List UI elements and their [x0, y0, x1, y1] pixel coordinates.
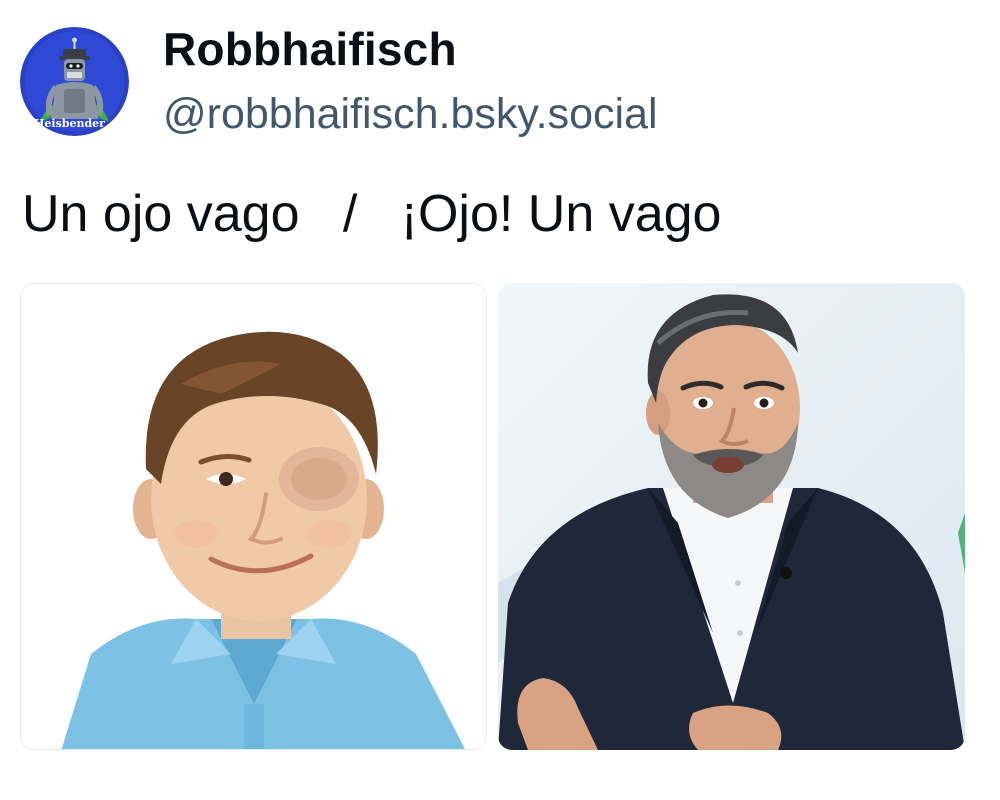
author-display-name[interactable]: Robbhaifisch	[163, 22, 457, 76]
post-card: Heisbender Robbhaifisch @robbhaifisch.bs…	[0, 0, 1000, 800]
post-image-2[interactable]	[498, 283, 965, 750]
bearded-man-in-suit-photo	[498, 283, 965, 750]
author-avatar[interactable]: Heisbender	[20, 27, 129, 136]
post-text: Un ojo vago / ¡Ojo! Un vago	[22, 185, 722, 243]
robot-avatar-icon: Heisbender	[20, 27, 129, 136]
post-image-1[interactable]	[20, 283, 487, 750]
boy-with-eye-patch-photo	[21, 284, 486, 749]
author-handle[interactable]: @robbhaifisch.bsky.social	[163, 88, 658, 140]
avatar-caption: Heisbender	[34, 117, 105, 130]
post-image-grid	[20, 283, 966, 752]
